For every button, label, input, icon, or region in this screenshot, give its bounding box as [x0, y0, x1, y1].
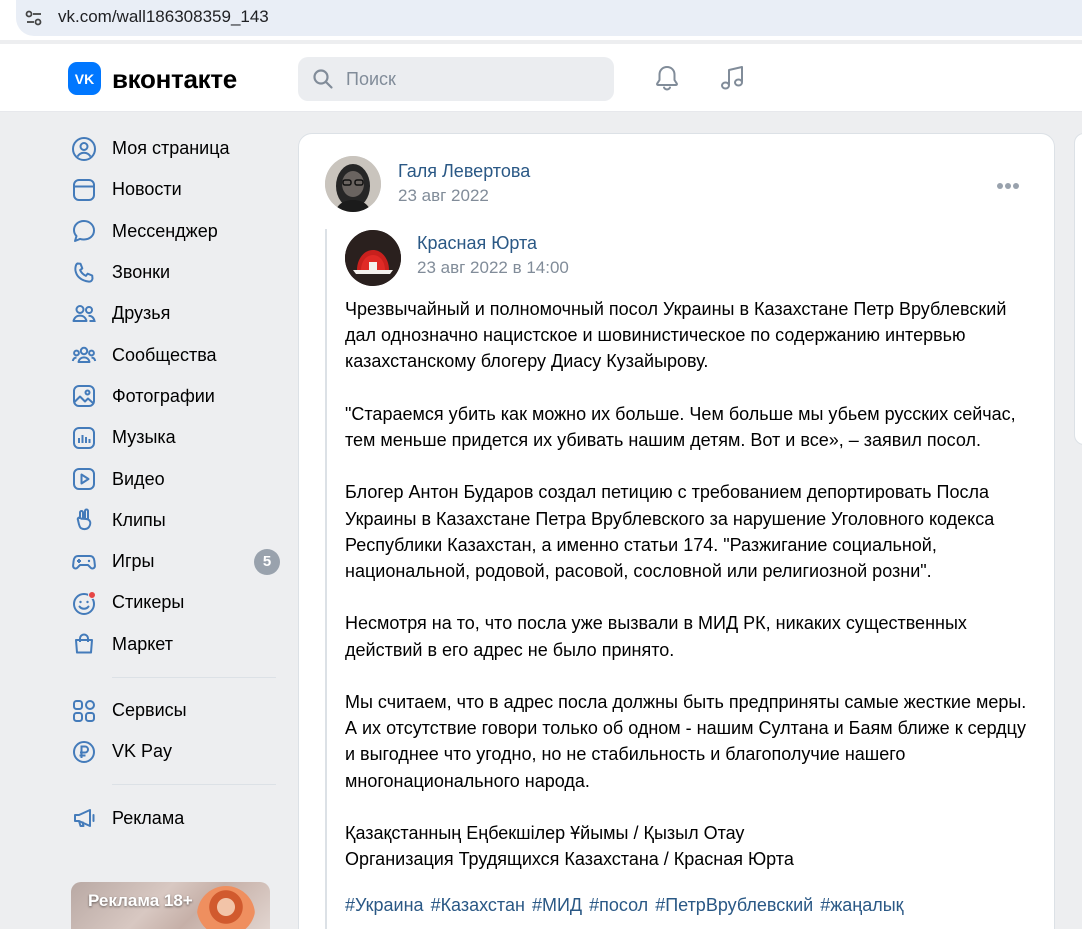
- post-paragraph: Несмотря на то, что посла уже вызвали в …: [345, 613, 967, 660]
- profile-icon: [71, 136, 97, 162]
- sidebar-item-label: Музыка: [112, 427, 176, 448]
- repost-divider: [325, 229, 327, 929]
- sidebar-item-friends[interactable]: Друзья: [68, 293, 280, 334]
- market-icon: [71, 631, 97, 657]
- phone-icon: [71, 260, 97, 286]
- post-paragraph: Блогер Антон Бударов создал петицию с тр…: [345, 482, 995, 581]
- post-text: Чрезвычайный и полномочный посол Украины…: [345, 296, 1035, 872]
- post-signature: Организация Трудящихся Казахстана / Крас…: [345, 849, 794, 870]
- sidebar-item-label: Сообщества: [112, 344, 217, 365]
- clips-icon: [71, 507, 97, 533]
- sidebar-item-news[interactable]: Новости: [68, 169, 280, 210]
- sidebar-item-label: Игры: [112, 551, 155, 572]
- browser-url-bar: vk.com/wall186308359_143: [0, 0, 1082, 40]
- sidebar-item-messenger[interactable]: Мессенджер: [68, 211, 280, 252]
- sidebar-item-music[interactable]: Музыка: [68, 417, 280, 458]
- music-icon[interactable]: [717, 63, 747, 93]
- friends-icon: [71, 301, 97, 327]
- repost-avatar[interactable]: [345, 230, 401, 286]
- hashtag-link[interactable]: #жаңалық: [820, 895, 903, 915]
- search-input[interactable]: [346, 57, 596, 101]
- search-box[interactable]: [298, 57, 614, 101]
- sidebar-item-communities[interactable]: Сообщества: [68, 334, 280, 375]
- right-column-card: [1074, 133, 1082, 445]
- sidebar-item-label: Звонки: [112, 262, 171, 283]
- repost-date[interactable]: 23 авг 2022 в 14:00: [417, 258, 569, 278]
- hashtag-link[interactable]: #посол: [589, 895, 648, 915]
- repost-author[interactable]: Красная Юрта: [417, 233, 537, 254]
- post-card: Галя Левертова 23 авг 2022 Красная Юрта …: [298, 133, 1055, 929]
- author-avatar[interactable]: [325, 156, 381, 212]
- sidebar-item-photos[interactable]: Фотографии: [68, 376, 280, 417]
- sidebar-item-ads[interactable]: Реклама: [68, 797, 280, 838]
- post-paragraph: Чрезвычайный и полномочный посол Украины…: [345, 299, 1007, 372]
- services-icon: [71, 698, 97, 724]
- svg-text:VK: VK: [75, 71, 94, 87]
- sidebar-item-services[interactable]: Сервисы: [68, 690, 280, 731]
- bell-icon[interactable]: [652, 63, 682, 93]
- vkpay-icon: [71, 739, 97, 765]
- communities-icon: [71, 342, 97, 368]
- sidebar-item-market[interactable]: Маркет: [68, 624, 280, 665]
- sidebar-item-vk-pay[interactable]: VK Pay: [68, 731, 280, 772]
- sidebar-item-video[interactable]: Видео: [68, 458, 280, 499]
- news-icon: [71, 177, 97, 203]
- hashtag-list: #Украина #Казахстан #МИД #посол #ПетрВру…: [345, 895, 906, 916]
- hashtag-link[interactable]: #МИД: [532, 895, 582, 915]
- sidebar-item-games[interactable]: Игры 5: [68, 541, 280, 582]
- sidebar-item-calls[interactable]: Звонки: [68, 252, 280, 293]
- post-signature: Қазақстанның Еңбекшілер Ұйымы / Қызыл От…: [345, 822, 745, 843]
- sidebar-item-label: Видео: [112, 468, 165, 489]
- sidebar-divider: [112, 676, 276, 678]
- post-date[interactable]: 23 авг 2022: [398, 186, 489, 206]
- hashtag-link[interactable]: #ПетрВрублевский: [655, 895, 813, 915]
- logo-text[interactable]: вконтакте: [112, 64, 237, 95]
- video-icon: [71, 466, 97, 492]
- sidebar-item-label: Реклама: [112, 807, 185, 828]
- ad-image: [197, 886, 255, 929]
- sidebar-item-label: Маркет: [112, 633, 173, 654]
- sidebar-item-label: Сервисы: [112, 700, 187, 720]
- ad-banner[interactable]: Реклама 18+: [71, 882, 270, 929]
- games-icon: [71, 549, 97, 575]
- stickers-icon: [71, 590, 97, 616]
- hashtag-link[interactable]: #Казахстан: [431, 895, 525, 915]
- more-options-icon[interactable]: [997, 176, 1025, 189]
- music-icon: [71, 425, 97, 451]
- sidebar-divider: [112, 784, 276, 786]
- games-badge: 5: [254, 548, 280, 575]
- ad-label: Реклама 18+: [88, 891, 193, 910]
- sidebar-nav: Моя страница Новости Мессенджер Звонки Д…: [68, 128, 280, 839]
- search-icon: [313, 69, 333, 89]
- post-paragraph: "Стараемся убить как можно их больше. Че…: [345, 403, 1016, 450]
- messenger-icon: [71, 218, 97, 244]
- megaphone-icon: [71, 805, 97, 831]
- sidebar-item-label: Моя страница: [112, 138, 230, 159]
- tune-icon[interactable]: [22, 6, 46, 30]
- sidebar-item-label: Фотографии: [112, 385, 215, 406]
- post-paragraph: Мы считаем, что в адрес посла должны быт…: [345, 691, 1027, 791]
- photos-icon: [71, 383, 97, 409]
- sidebar-item-label: Друзья: [112, 303, 171, 324]
- sidebar-item-label: Новости: [112, 179, 182, 200]
- vk-logo-icon[interactable]: VK: [68, 62, 101, 95]
- sidebar-item-label: VK Pay: [112, 741, 173, 762]
- sidebar-item-my-page[interactable]: Моя страница: [68, 128, 280, 169]
- sidebar-item-label: Стикеры: [112, 592, 185, 613]
- sidebar-item-label: Мессенджер: [112, 220, 218, 241]
- sidebar-item-clips[interactable]: Клипы: [68, 500, 280, 541]
- site-header: VK вконтакте: [0, 44, 1082, 112]
- hashtag-link[interactable]: #Украина: [345, 895, 424, 915]
- sidebar-item-label: Клипы: [112, 509, 166, 530]
- post-author[interactable]: Галя Левертова: [398, 161, 530, 182]
- url-text[interactable]: vk.com/wall186308359_143: [58, 7, 269, 27]
- sidebar-item-stickers[interactable]: Стикеры: [68, 582, 280, 623]
